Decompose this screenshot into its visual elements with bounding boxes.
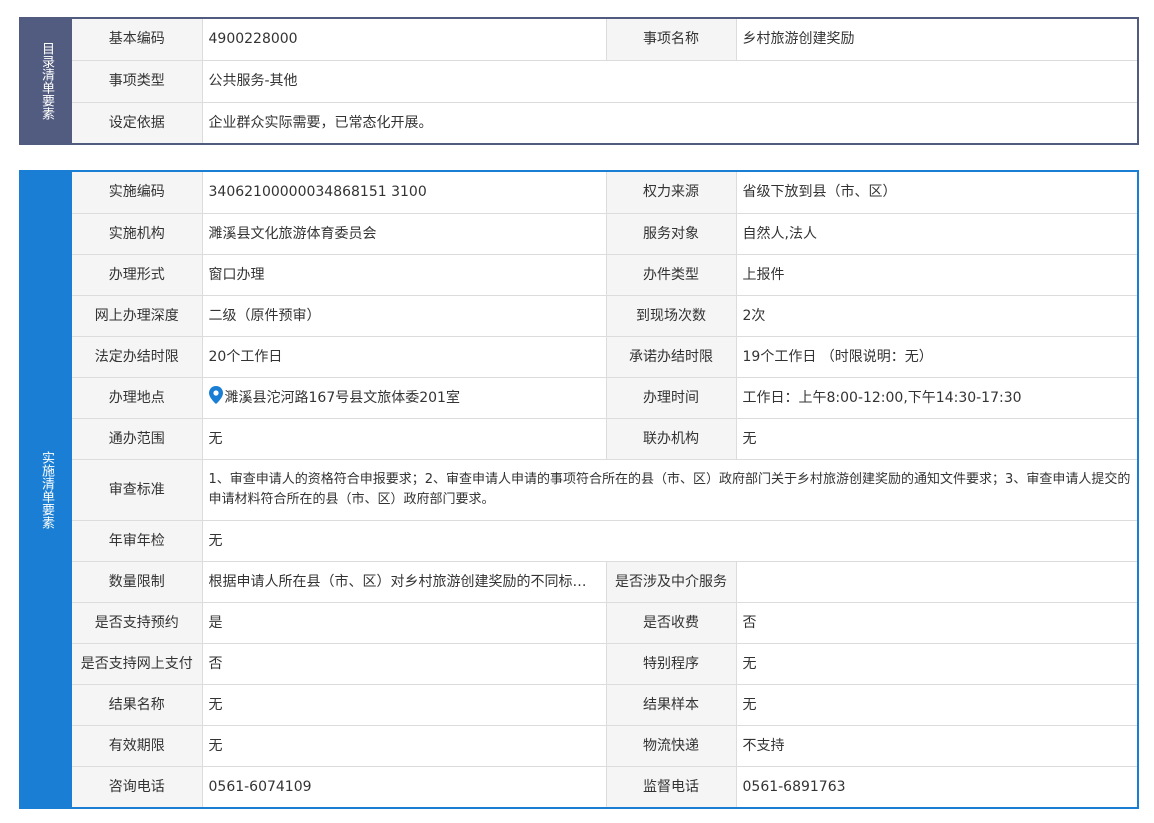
charge-label: 是否收费 xyxy=(606,602,737,644)
result-name-label: 结果名称 xyxy=(72,684,203,726)
basis-label: 设定依据 xyxy=(72,102,203,143)
basic-code-label: 基本编码 xyxy=(72,19,203,61)
item-type-label: 事项类型 xyxy=(72,60,203,103)
hours-label: 办理时间 xyxy=(606,377,737,419)
implementation-table: 实施编码 34062100000034868151 3100 权力来源 省级下放… xyxy=(72,172,1137,807)
legal-limit-label: 法定办结时限 xyxy=(72,336,203,378)
legal-limit-value: 20个工作日 xyxy=(202,336,607,378)
intermediary-label: 是否涉及中介服务 xyxy=(606,561,737,603)
scope-value: 无 xyxy=(202,418,607,460)
power-source-value: 省级下放到县（市、区） xyxy=(736,172,1137,214)
table-row: 有效期限 无 物流快递 不支持 xyxy=(72,725,1137,767)
appointment-label: 是否支持预约 xyxy=(72,602,203,644)
online-depth-label: 网上办理深度 xyxy=(72,295,203,337)
item-name-value: 乡村旅游创建奖励 xyxy=(736,19,1137,61)
impl-code-value: 34062100000034868151 3100 xyxy=(202,172,607,214)
result-sample-label: 结果样本 xyxy=(606,684,737,726)
org-label: 实施机构 xyxy=(72,213,203,255)
table-row: 办理地点 濉溪县沱河路167号县文旅体委201室 办理时间 工作日：上午8:00… xyxy=(72,377,1137,419)
consult-phone-label: 咨询电话 xyxy=(72,766,203,807)
supervise-phone-value: 0561-6891763 xyxy=(742,778,846,795)
express-value: 不支持 xyxy=(736,725,1137,767)
catalog-section: 目录清单要素 基本编码 4900228000 事项名称 乡村旅游创建奖励 事项类… xyxy=(19,17,1139,145)
visits-value: 2次 xyxy=(736,295,1137,337)
special-label: 特别程序 xyxy=(606,643,737,685)
basis-value: 企业群众实际需要，已常态化开展。 xyxy=(208,114,433,131)
promise-limit-label: 承诺办结时限 xyxy=(606,336,737,378)
online-pay-label: 是否支持网上支付 xyxy=(72,643,203,685)
result-name-value: 无 xyxy=(202,684,607,726)
map-pin-icon[interactable] xyxy=(208,385,223,410)
table-row: 实施机构 濉溪县文化旅游体育委员会 服务对象 自然人,法人 xyxy=(72,213,1137,255)
table-row: 办理形式 窗口办理 办件类型 上报件 xyxy=(72,254,1137,296)
location-label: 办理地点 xyxy=(72,377,203,419)
quantity-cell: 根据申请人所在县（市、区）对乡村旅游创建奖励的不同标准... xyxy=(202,561,607,603)
implementation-section: 实施清单要素 实施编码 34062100000034868151 3100 权力… xyxy=(19,170,1139,809)
form-label: 办理形式 xyxy=(72,254,203,296)
table-row: 网上办理深度 二级（原件预审） 到现场次数 2次 xyxy=(72,295,1137,337)
service-target-label: 服务对象 xyxy=(606,213,737,255)
review-label: 审查标准 xyxy=(72,459,203,521)
appointment-value: 是 xyxy=(202,602,607,644)
case-type-value: 上报件 xyxy=(736,254,1137,296)
basic-code-value: 4900228000 xyxy=(202,19,607,61)
table-row: 是否支持网上支付 否 特别程序 无 xyxy=(72,643,1137,685)
special-value: 无 xyxy=(736,643,1137,685)
charge-value: 否 xyxy=(736,602,1137,644)
quantity-label: 数量限制 xyxy=(72,561,203,603)
annual-value: 无 xyxy=(202,520,1137,562)
table-row: 基本编码 4900228000 事项名称 乡村旅游创建奖励 xyxy=(72,19,1137,61)
online-pay-value: 否 xyxy=(202,643,607,685)
location-value[interactable]: 濉溪县沱河路167号县文旅体委201室 xyxy=(225,390,460,406)
org-value: 濉溪县文化旅游体育委员会 xyxy=(202,213,607,255)
item-name-label: 事项名称 xyxy=(606,19,737,61)
case-type-label: 办件类型 xyxy=(606,254,737,296)
promise-limit-value: 19个工作日 （时限说明：无） xyxy=(736,336,1137,378)
review-value: 1、审查申请人的资格符合申报要求；2、审查申请人申请的事项符合所在的县（市、区）… xyxy=(202,459,1137,521)
visits-label: 到现场次数 xyxy=(606,295,737,337)
table-row: 是否支持预约 是 是否收费 否 xyxy=(72,602,1137,644)
validity-value: 无 xyxy=(202,725,607,767)
hours-value: 工作日：上午8:00-12:00,下午14:30-17:30 xyxy=(736,377,1137,419)
table-row: 咨询电话 0561-6074109 监督电话 0561-6891763 xyxy=(72,766,1137,807)
joint-org-value: 无 xyxy=(736,418,1137,460)
result-sample-value: 无 xyxy=(736,684,1137,726)
table-row: 结果名称 无 结果样本 无 xyxy=(72,684,1137,726)
table-row: 法定办结时限 20个工作日 承诺办结时限 19个工作日 （时限说明：无） xyxy=(72,336,1137,378)
impl-side-label: 实施清单要素 xyxy=(21,172,72,807)
joint-org-label: 联办机构 xyxy=(606,418,737,460)
intermediary-value xyxy=(736,561,1137,603)
table-row: 设定依据 企业群众实际需要，已常态化开展。 xyxy=(72,102,1137,143)
power-source-label: 权力来源 xyxy=(606,172,737,214)
consult-phone-value: 0561-6074109 xyxy=(202,766,607,807)
table-row: 审查标准 1、审查申请人的资格符合申报要求；2、审查申请人申请的事项符合所在的县… xyxy=(72,459,1137,521)
annual-label: 年审年检 xyxy=(72,520,203,562)
table-row: 数量限制 根据申请人所在县（市、区）对乡村旅游创建奖励的不同标准... 是否涉及… xyxy=(72,561,1137,603)
impl-code-label: 实施编码 xyxy=(72,172,203,214)
table-row: 实施编码 34062100000034868151 3100 权力来源 省级下放… xyxy=(72,172,1137,214)
validity-label: 有效期限 xyxy=(72,725,203,767)
table-row: 年审年检 无 xyxy=(72,520,1137,562)
express-label: 物流快递 xyxy=(606,725,737,767)
scope-label: 通办范围 xyxy=(72,418,203,460)
item-type-value: 公共服务-其他 xyxy=(202,60,1137,103)
table-row: 事项类型 公共服务-其他 xyxy=(72,60,1137,103)
online-depth-value: 二级（原件预审） xyxy=(202,295,607,337)
catalog-table: 基本编码 4900228000 事项名称 乡村旅游创建奖励 事项类型 公共服务-… xyxy=(72,19,1137,143)
location-cell: 濉溪县沱河路167号县文旅体委201室 xyxy=(202,377,607,419)
form-value: 窗口办理 xyxy=(202,254,607,296)
quantity-value[interactable]: 根据申请人所在县（市、区）对乡村旅游创建奖励的不同标准... xyxy=(209,572,597,592)
service-target-value: 自然人,法人 xyxy=(736,213,1137,255)
supervise-phone-label: 监督电话 xyxy=(606,766,737,807)
table-row: 通办范围 无 联办机构 无 xyxy=(72,418,1137,460)
catalog-side-label: 目录清单要素 xyxy=(21,19,72,143)
